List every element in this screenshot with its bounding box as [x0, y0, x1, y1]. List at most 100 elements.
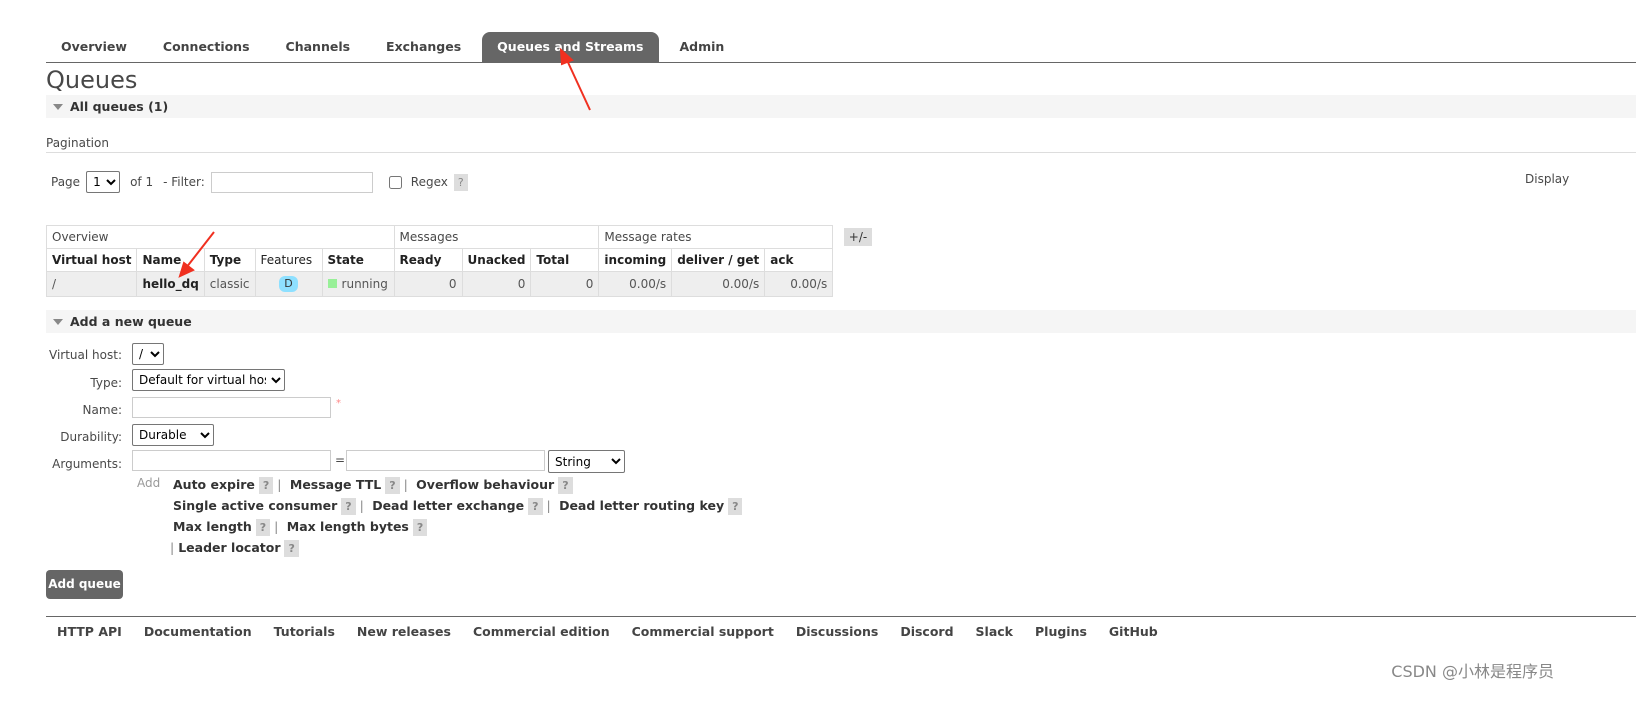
help-button[interactable]: ?	[412, 519, 428, 536]
arg-dead-letter-exchange[interactable]: Dead letter exchange	[372, 498, 524, 513]
tab-connections[interactable]: Connections	[148, 32, 265, 62]
type-label: Type:	[90, 376, 122, 390]
argument-key-input[interactable]	[132, 450, 331, 471]
name-label: Name:	[82, 403, 122, 417]
queue-name-link[interactable]: hello_dq	[136, 271, 205, 297]
arg-max-length[interactable]: Max length	[173, 519, 252, 534]
col-state[interactable]: State	[321, 248, 395, 272]
vhost-select[interactable]: /	[132, 343, 164, 365]
col-ack[interactable]: ack	[764, 248, 834, 272]
all-queues-section-toggle[interactable]: All queues (1)	[46, 95, 1636, 118]
divider	[46, 616, 1636, 617]
footer-link-commercial-edition[interactable]: Commercial edition	[462, 624, 621, 640]
add-label: Add	[137, 476, 161, 490]
col-ready[interactable]: Ready	[393, 248, 463, 272]
help-button[interactable]: ?	[728, 498, 743, 515]
col-total[interactable]: Total	[530, 248, 600, 272]
name-input[interactable]	[132, 397, 331, 418]
group-header-messages: Messages	[393, 225, 600, 249]
type-select[interactable]: Default for virtual host	[132, 369, 285, 391]
footer-link-tutorials[interactable]: Tutorials	[263, 624, 346, 640]
col-deliver-get[interactable]: deliver / get	[671, 248, 766, 272]
section-title: Add a new queue	[70, 314, 192, 329]
filter-label: - Filter:	[163, 175, 205, 189]
help-button[interactable]: ?	[255, 519, 271, 536]
add-queue-button[interactable]: Add queue	[46, 570, 123, 599]
cell-deliver-get: 0.00/s	[671, 271, 766, 297]
display-label: Display	[1525, 172, 1570, 186]
arg-auto-expire[interactable]: Auto expire	[173, 477, 255, 492]
footer-link-discussions[interactable]: Discussions	[785, 624, 890, 640]
col-unacked[interactable]: Unacked	[461, 248, 532, 272]
durability-select[interactable]: Durable	[132, 424, 214, 446]
pagination-controls: Page 1 of 1 - Filter: Regex ?	[51, 171, 468, 193]
cell-total: 0	[530, 271, 600, 297]
filter-input[interactable]	[210, 171, 373, 193]
vhost-label: Virtual host:	[49, 348, 122, 362]
add-queue-section-toggle[interactable]: Add a new queue	[46, 310, 1636, 333]
tab-admin[interactable]: Admin	[665, 32, 740, 62]
tab-exchanges[interactable]: Exchanges	[371, 32, 476, 62]
help-button[interactable]: ?	[258, 477, 274, 494]
table-row: / hello_dq classic D running 0 0 0 0.00/…	[45, 271, 834, 297]
pagination-heading: Pagination	[46, 136, 109, 150]
durability-label: Durability:	[60, 430, 122, 444]
group-header-overview: Overview	[46, 225, 395, 249]
tab-overview[interactable]: Overview	[46, 32, 142, 62]
page-label: Page	[51, 175, 81, 189]
help-button[interactable]: ?	[558, 477, 573, 494]
collapse-triangle-icon	[53, 319, 63, 325]
help-button[interactable]: ?	[284, 540, 299, 557]
footer-link-documentation[interactable]: Documentation	[133, 624, 263, 640]
arg-leader-locator[interactable]: Leader locator	[178, 540, 280, 555]
argument-value-input[interactable]	[346, 450, 545, 471]
col-type[interactable]: Type	[203, 248, 256, 272]
arguments-label: Arguments:	[52, 457, 122, 471]
argument-type-select[interactable]: String	[548, 450, 625, 473]
divider	[46, 62, 1636, 63]
arg-max-length-bytes[interactable]: Max length bytes	[287, 519, 409, 534]
page-title: Queues	[46, 66, 138, 94]
arg-dead-letter-routing-key[interactable]: Dead letter routing key	[559, 498, 724, 513]
footer-link-commercial-support[interactable]: Commercial support	[621, 624, 785, 640]
arg-single-active-consumer[interactable]: Single active consumer	[173, 498, 337, 513]
arg-message-ttl[interactable]: Message TTL	[290, 477, 381, 492]
help-button[interactable]: ?	[528, 498, 543, 515]
footer-link-plugins[interactable]: Plugins	[1024, 624, 1098, 640]
cell-type: classic	[203, 271, 256, 297]
help-button[interactable]: ?	[453, 173, 468, 191]
watermark: CSDN @小林是程序员	[1391, 662, 1554, 681]
help-button[interactable]: ?	[341, 498, 356, 515]
footer-link-github[interactable]: GitHub	[1098, 624, 1169, 640]
regex-checkbox[interactable]	[388, 175, 402, 189]
column-toggle-button[interactable]: +/-	[844, 228, 872, 246]
col-incoming[interactable]: incoming	[598, 248, 673, 272]
cell-incoming: 0.00/s	[598, 271, 673, 297]
col-virtual-host[interactable]: Virtual host	[45, 248, 138, 272]
footer-link-http-api[interactable]: HTTP API	[46, 624, 133, 640]
footer-link-discord[interactable]: Discord	[889, 624, 964, 640]
cell-state: running	[341, 277, 388, 291]
footer-links: HTTP API Documentation Tutorials New rel…	[46, 624, 1169, 640]
tab-channels[interactable]: Channels	[271, 32, 366, 62]
cell-ready: 0	[393, 271, 463, 297]
regex-label: Regex	[410, 175, 448, 189]
help-button[interactable]: ?	[385, 477, 400, 494]
cell-vhost: /	[45, 271, 138, 297]
status-indicator-icon	[327, 279, 337, 288]
arg-overflow-behaviour[interactable]: Overflow behaviour	[416, 477, 554, 492]
tab-queues-and-streams[interactable]: Queues and Streams	[482, 32, 659, 62]
col-features: Features	[254, 248, 323, 272]
section-title: All queues (1)	[70, 99, 169, 114]
page-select[interactable]: 1	[86, 171, 121, 193]
equals-sign: =	[335, 453, 346, 467]
group-header-message-rates: Message rates	[598, 225, 834, 249]
queues-table: Overview Messages Message rates Virtual …	[45, 225, 834, 297]
main-nav: Overview Connections Channels Exchanges …	[46, 32, 745, 62]
page-count: of 1	[130, 175, 154, 189]
collapse-triangle-icon	[53, 104, 63, 110]
divider	[46, 152, 1636, 153]
footer-link-new-releases[interactable]: New releases	[346, 624, 462, 640]
col-name[interactable]: Name	[136, 248, 205, 272]
footer-link-slack[interactable]: Slack	[965, 624, 1024, 640]
